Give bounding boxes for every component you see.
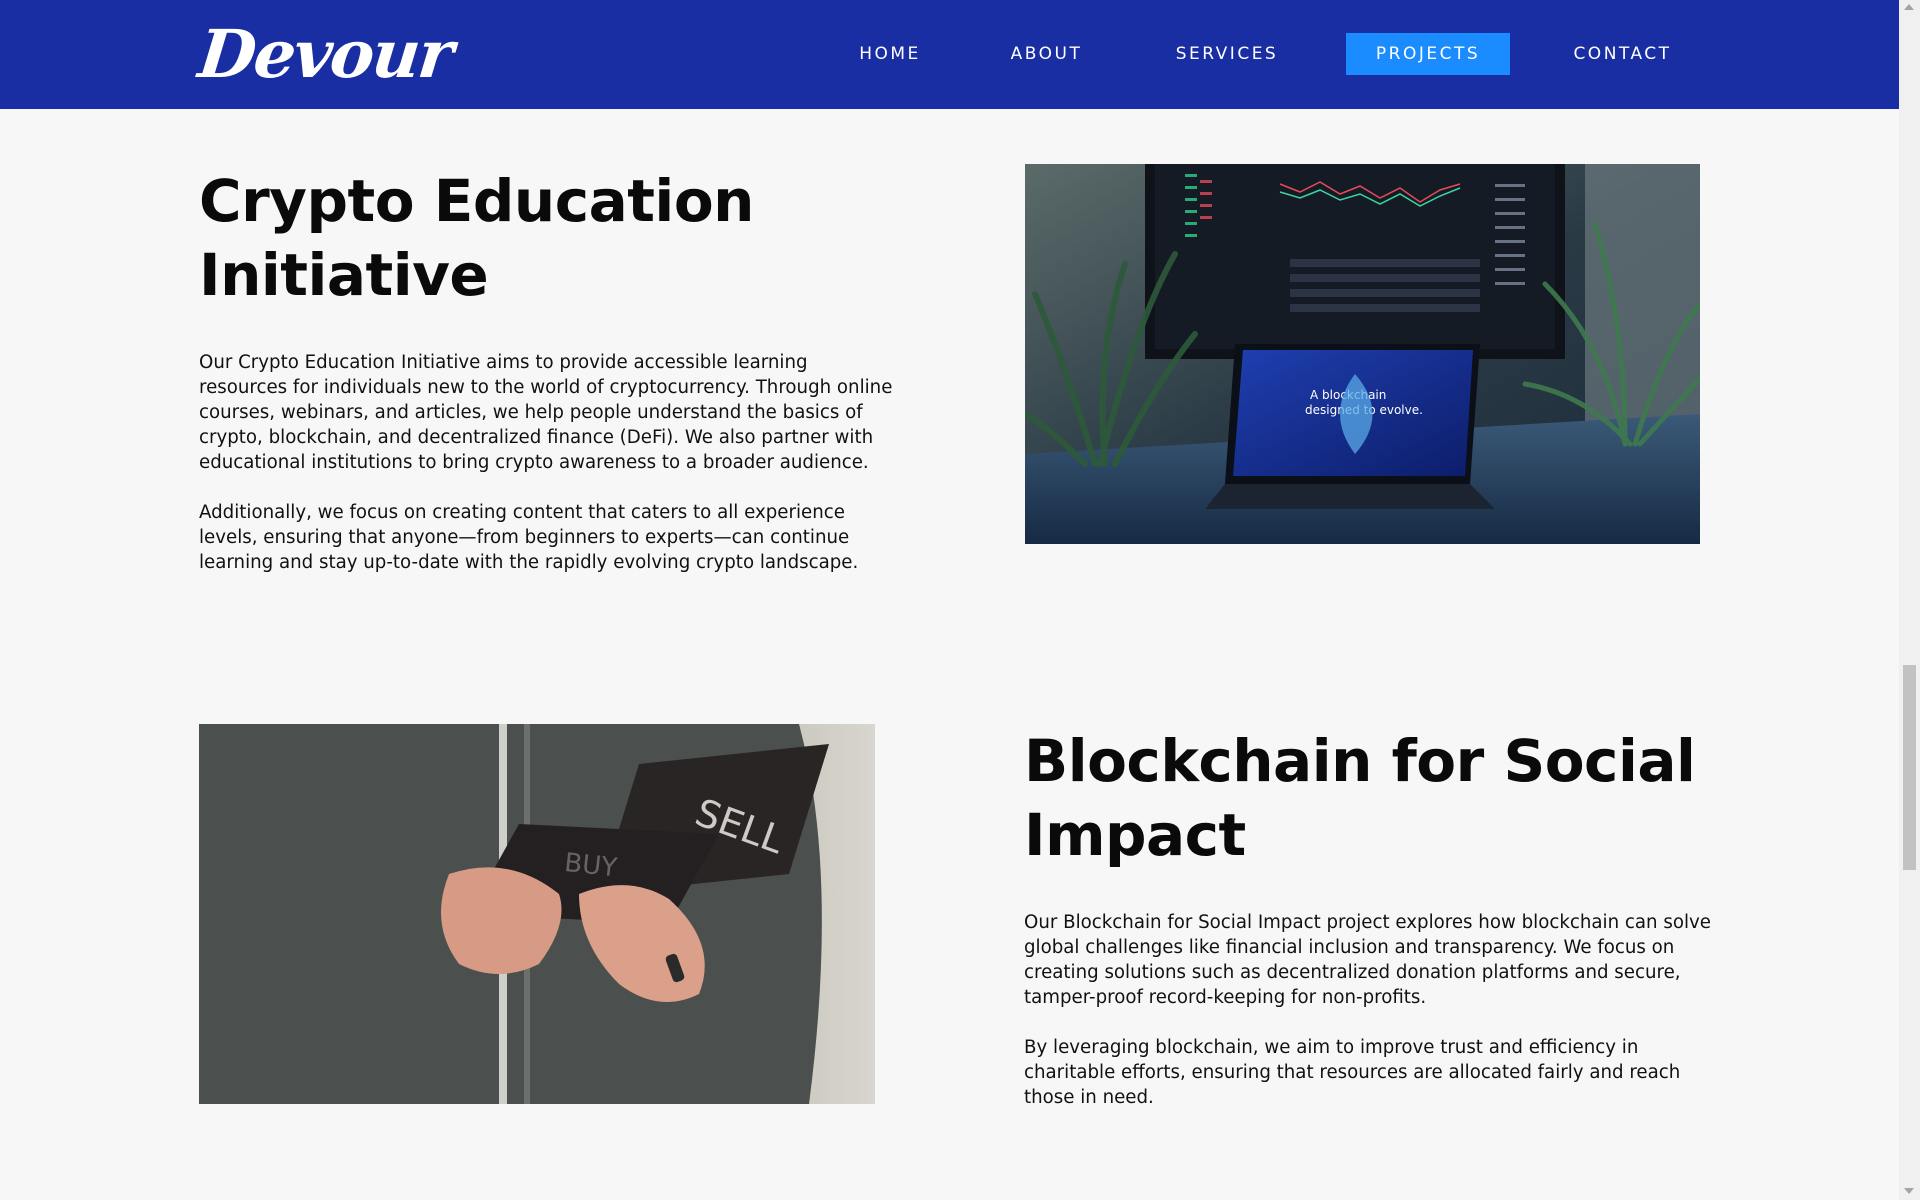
nav-contact-link[interactable]: CONTACT <box>1554 33 1691 75</box>
photo-illustration: SELL BUY <box>199 724 875 1104</box>
main-nav: HOME ABOUT SERVICES PROJECTS CONTACT <box>0 33 1899 75</box>
text-line: Our Crypto Education Initiative aims to … <box>199 352 808 373</box>
scroll-up-arrow-icon[interactable] <box>1904 4 1914 10</box>
nav-home-link[interactable]: HOME <box>833 33 947 75</box>
project-description-2: Additionally, we focus on creating conte… <box>199 500 858 575</box>
project-description-1: Our Blockchain for Social Impact project… <box>1024 910 1711 1010</box>
buy-sell-cards-photo: SELL BUY <box>199 724 875 1104</box>
title-line: Impact <box>1024 801 1246 869</box>
title-line: Initiative <box>199 241 489 309</box>
scroll-thumb[interactable] <box>1903 665 1916 870</box>
nav-projects-link[interactable]: PROJECTS <box>1346 33 1510 75</box>
laptop-trading-charts-photo: A blockchain designed to evolve. <box>1025 164 1700 544</box>
scroll-down-arrow-icon[interactable] <box>1904 1188 1914 1194</box>
nav-about-link[interactable]: ABOUT <box>990 33 1103 75</box>
text-line: crypto, blockchain, and decentralized fi… <box>199 427 874 448</box>
text-line: charitable efforts, ensuring that resour… <box>1024 1062 1681 1083</box>
title-line: Blockchain for Social <box>1024 727 1696 795</box>
site-header: Devour HOME ABOUT SERVICES PROJECTS CONT… <box>0 0 1899 109</box>
text-line: global challenges like financial inclusi… <box>1024 937 1675 958</box>
photo-illustration: A blockchain designed to evolve. <box>1025 164 1700 544</box>
card-text-buy: BUY <box>563 848 619 883</box>
text-line: courses, webinars, and articles, we help… <box>199 402 863 423</box>
text-line: tamper-proof record-keeping for non-prof… <box>1024 987 1427 1008</box>
text-line: levels, ensuring that anyone—from beginn… <box>199 527 850 548</box>
text-line: resources for individuals new to the wor… <box>199 377 893 398</box>
text-line: By leveraging blockchain, we aim to impr… <box>1024 1037 1639 1058</box>
title-line: Crypto Education <box>199 167 754 235</box>
text-line: creating solutions such as decentralized… <box>1024 962 1681 983</box>
text-line: Additionally, we focus on creating conte… <box>199 502 845 523</box>
text-line: Our Blockchain for Social Impact project… <box>1024 912 1711 933</box>
nav-services-link[interactable]: SERVICES <box>1152 33 1302 75</box>
project-description-2: By leveraging blockchain, we aim to impr… <box>1024 1035 1680 1110</box>
text-line: those in need. <box>1024 1087 1154 1108</box>
project-title-blockchain-social-impact: Blockchain for Social Impact <box>1024 724 1696 872</box>
project-description-1: Our Crypto Education Initiative aims to … <box>199 350 892 475</box>
text-line: learning and stay up-to-date with the ra… <box>199 552 859 573</box>
vertical-scrollbar[interactable] <box>1899 0 1920 1200</box>
page: Devour HOME ABOUT SERVICES PROJECTS CONT… <box>0 0 1920 1200</box>
text-line: educational institutions to bring crypto… <box>199 452 869 473</box>
project-title-crypto-education: Crypto Education Initiative <box>199 164 754 312</box>
